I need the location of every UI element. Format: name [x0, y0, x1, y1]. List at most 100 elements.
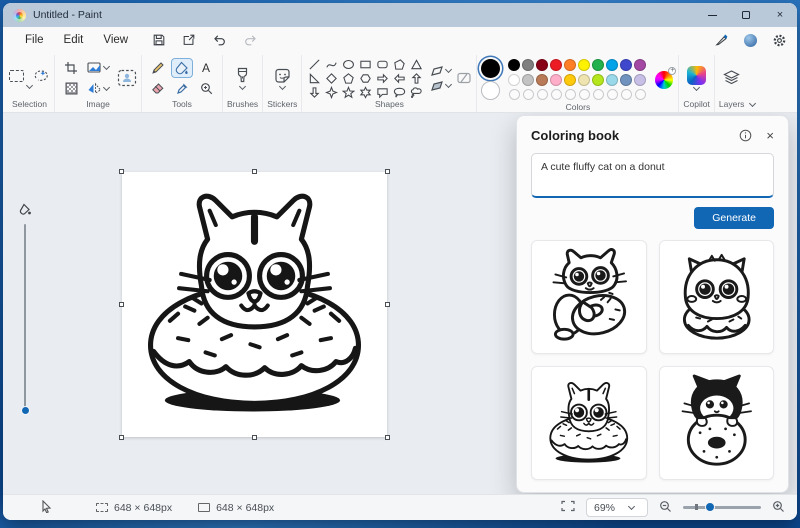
triangle-shape-icon[interactable] — [410, 58, 423, 71]
cloud-callout-shape-icon[interactable] — [410, 86, 423, 99]
color-swatch[interactable] — [592, 58, 605, 71]
copilot-icon[interactable] — [687, 66, 707, 85]
flip-icon[interactable] — [87, 82, 102, 95]
line-shape-icon[interactable] — [308, 58, 321, 71]
color-swatch[interactable] — [550, 73, 563, 86]
color-swatch-empty[interactable] — [606, 89, 618, 100]
color-swatch-empty[interactable] — [634, 89, 646, 100]
zoom-slider[interactable] — [683, 502, 761, 513]
menu-view[interactable]: View — [93, 31, 138, 49]
six-point-star-shape-icon[interactable] — [359, 85, 372, 99]
remove-background-icon[interactable] — [117, 69, 137, 87]
selection-handle[interactable] — [251, 169, 257, 174]
color-swatch[interactable] — [550, 58, 563, 71]
stylus-icon[interactable] — [714, 33, 729, 47]
selection-handle[interactable] — [119, 435, 124, 440]
color-swatch[interactable] — [522, 58, 535, 71]
color-swatch-empty[interactable] — [508, 89, 520, 100]
menu-file[interactable]: File — [15, 31, 54, 49]
crop-icon[interactable] — [64, 61, 78, 75]
arrow-down-shape-icon[interactable] — [308, 86, 321, 99]
eyedropper-icon[interactable] — [176, 82, 189, 95]
canvas[interactable] — [119, 169, 390, 440]
edit-colors-icon[interactable]: + — [654, 66, 677, 90]
zoom-in-icon[interactable] — [772, 500, 785, 516]
fit-to-screen-icon[interactable] — [561, 500, 575, 515]
selection-handle[interactable] — [251, 435, 257, 440]
slider-track[interactable] — [23, 224, 27, 410]
thumbnail-cat-head-in-donut[interactable] — [531, 366, 647, 480]
arrow-right-shape-icon[interactable] — [376, 72, 389, 85]
shape-outline-icon[interactable] — [430, 65, 444, 77]
color-swatch-empty[interactable] — [620, 89, 632, 100]
resize-icon[interactable] — [87, 61, 102, 74]
tool-option-slider[interactable] — [16, 203, 34, 415]
thumbnail-round-cat-on-donut[interactable] — [658, 240, 774, 354]
outline-chevron[interactable] — [445, 65, 453, 74]
menu-edit[interactable]: Edit — [54, 31, 94, 49]
color-swatch-empty[interactable] — [592, 89, 604, 100]
account-icon[interactable] — [744, 33, 757, 47]
color-swatch-empty[interactable] — [536, 89, 548, 100]
fill-chevron[interactable] — [445, 80, 453, 89]
text-tool-icon[interactable]: A — [202, 61, 210, 75]
eraser-icon[interactable] — [151, 82, 165, 95]
minimize-button[interactable] — [695, 3, 729, 27]
selection-dropdown-chevron[interactable] — [25, 81, 34, 90]
color-swatch[interactable] — [578, 58, 591, 71]
selection-handle[interactable] — [385, 169, 390, 174]
arrow-left-shape-icon[interactable] — [393, 72, 406, 85]
collapse-ribbon-chevron[interactable] — [749, 99, 757, 108]
color-swatch[interactable] — [578, 73, 591, 86]
color-swatch[interactable] — [508, 58, 521, 71]
generate-button[interactable]: Generate — [694, 207, 774, 229]
arrow-up-shape-icon[interactable] — [410, 72, 423, 85]
polygon-shape-icon[interactable] — [393, 58, 406, 71]
share-icon[interactable] — [182, 33, 196, 47]
color-swatch[interactable] — [634, 73, 647, 86]
free-select-icon[interactable] — [33, 68, 50, 83]
four-point-star-shape-icon[interactable] — [325, 85, 339, 99]
speech-bubble-shape-icon[interactable] — [376, 86, 389, 99]
rotate-icon[interactable] — [65, 82, 78, 95]
selection-handle[interactable] — [119, 301, 124, 307]
color-swatch[interactable] — [536, 58, 549, 71]
brushes-dropdown-chevron[interactable] — [239, 82, 247, 91]
shape-style-icon[interactable] — [456, 71, 472, 85]
color-swatch-empty[interactable] — [578, 89, 590, 100]
color-swatch-empty[interactable] — [550, 89, 562, 100]
undo-icon[interactable] — [212, 33, 227, 47]
slider-handle[interactable] — [20, 406, 30, 415]
color-swatch[interactable] — [606, 58, 619, 71]
color-swatch[interactable] — [508, 73, 521, 86]
info-icon[interactable] — [739, 129, 752, 142]
sticker-icon[interactable] — [274, 68, 291, 84]
brush-icon[interactable] — [235, 67, 250, 84]
color-swatch[interactable] — [536, 73, 549, 86]
selection-handle[interactable] — [385, 435, 390, 440]
color-swatch[interactable] — [620, 73, 633, 86]
oval-callout-shape-icon[interactable] — [393, 86, 406, 99]
fill-tool-selected[interactable] — [171, 57, 193, 78]
rect-select-icon[interactable] — [9, 69, 24, 82]
redo-icon[interactable] — [243, 33, 258, 47]
color-swatch[interactable] — [620, 58, 633, 71]
zoom-out-icon[interactable] — [659, 500, 672, 516]
pencil-icon[interactable] — [151, 61, 165, 75]
rounded-rectangle-shape-icon[interactable] — [376, 58, 389, 71]
save-icon[interactable] — [152, 33, 166, 47]
color1-current[interactable] — [481, 59, 501, 78]
color-swatch-empty[interactable] — [522, 89, 534, 100]
right-triangle-shape-icon[interactable] — [308, 72, 321, 85]
color2-current[interactable] — [481, 81, 501, 100]
curve-shape-icon[interactable] — [325, 58, 338, 71]
selection-handle[interactable] — [119, 169, 124, 174]
maximize-button[interactable] — [729, 3, 763, 27]
shape-fill-icon[interactable] — [430, 80, 444, 92]
color-swatch[interactable] — [606, 73, 619, 86]
zoom-slider-handle[interactable] — [705, 502, 715, 513]
thumbnail-tuxedo-cat-behind-donut[interactable] — [658, 366, 774, 480]
oval-shape-icon[interactable] — [342, 58, 355, 71]
hexagon-shape-icon[interactable] — [359, 72, 372, 85]
zoom-level-dropdown[interactable]: 69% — [586, 498, 648, 517]
